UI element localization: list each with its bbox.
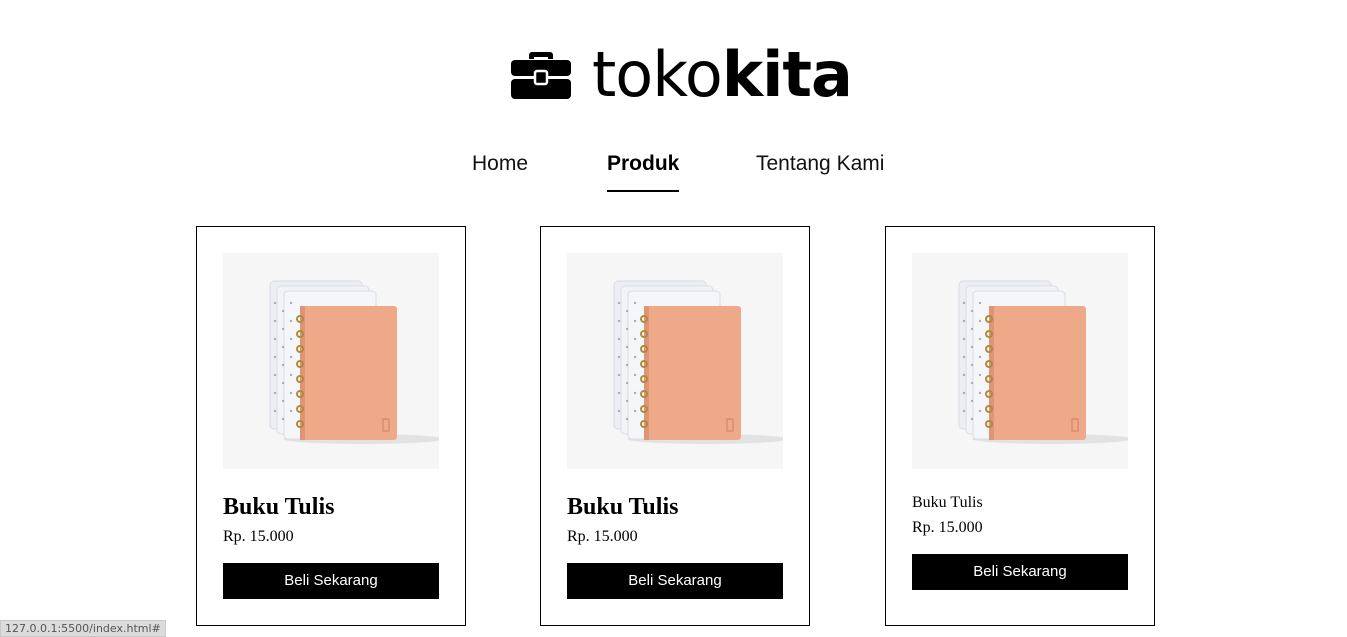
nav-item-tentang-kami[interactable]: Tentang Kami <box>756 150 884 178</box>
product-card: Buku Tulis Rp. 15.000 Beli Sekarang <box>540 226 810 626</box>
product-image[interactable] <box>912 253 1128 469</box>
page: tokokita Home Produk Tentang Kami Buku T… <box>0 0 1347 637</box>
product-card: Buku Tulis Rp. 15.000 Beli Sekarang <box>885 226 1155 626</box>
buy-now-button[interactable]: Beli Sekarang <box>912 554 1128 590</box>
product-image[interactable] <box>567 253 783 469</box>
product-image[interactable] <box>223 253 439 469</box>
logo-text-bold: kita <box>721 38 853 111</box>
notebook-image <box>567 253 783 469</box>
product-title: Buku Tulis <box>223 494 335 520</box>
product-title: Buku Tulis <box>912 494 983 511</box>
site-logo[interactable]: tokokita <box>510 38 853 111</box>
main-nav: Home Produk Tentang Kami <box>0 150 1347 194</box>
product-card: Buku Tulis Rp. 15.000 Beli Sekarang <box>196 226 466 626</box>
notebook-image <box>912 253 1128 469</box>
buy-now-button[interactable]: Beli Sekarang <box>223 563 439 599</box>
buy-now-button[interactable]: Beli Sekarang <box>567 563 783 599</box>
browser-status-bar: 127.0.0.1:5500/index.html# <box>0 620 166 637</box>
logo-wordmark: tokokita <box>592 38 853 111</box>
product-title: Buku Tulis <box>567 494 679 520</box>
nav-item-home[interactable]: Home <box>472 150 528 178</box>
toolbox-icon <box>511 52 571 99</box>
product-price: Rp. 15.000 <box>567 528 638 545</box>
notebook-image <box>223 253 439 469</box>
product-price: Rp. 15.000 <box>912 519 983 536</box>
nav-item-produk[interactable]: Produk <box>607 150 680 192</box>
product-price: Rp. 15.000 <box>223 528 294 545</box>
logo-text-light: toko <box>592 38 723 111</box>
